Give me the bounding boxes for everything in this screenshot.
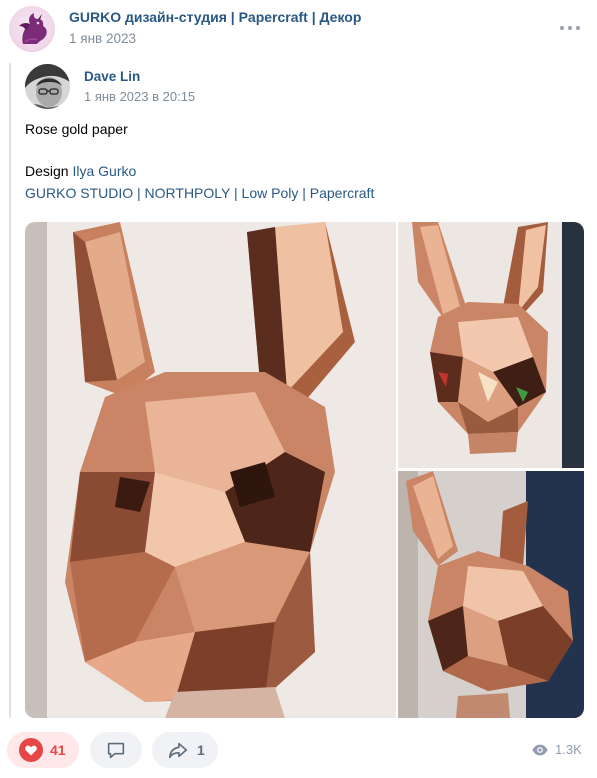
share-icon bbox=[168, 742, 188, 759]
dragon-logo-icon bbox=[19, 13, 47, 44]
like-count: 41 bbox=[50, 742, 66, 758]
share-count: 1 bbox=[197, 742, 205, 758]
design-prefix: Design bbox=[25, 163, 73, 179]
tags-link[interactable]: GURKO STUDIO | NORTHPOLY | Low Poly | Pa… bbox=[25, 185, 374, 201]
more-options-button[interactable] bbox=[556, 18, 584, 38]
comment-icon bbox=[107, 742, 125, 759]
repost-date[interactable]: 1 янв 2023 в 20:15 bbox=[84, 89, 195, 104]
group-avatar[interactable] bbox=[9, 6, 55, 52]
more-dot bbox=[576, 26, 580, 30]
designer-link[interactable]: Ilya Gurko bbox=[72, 163, 136, 179]
author-photo bbox=[25, 64, 70, 109]
more-dots-icon bbox=[560, 26, 564, 30]
heart-icon bbox=[19, 738, 43, 762]
repost-indicator-bar bbox=[9, 63, 11, 718]
rabbit-head-photo bbox=[25, 222, 396, 718]
design-credit: Design Ilya Gurko bbox=[25, 163, 136, 179]
eye-icon bbox=[532, 744, 548, 756]
like-button[interactable]: 41 bbox=[7, 732, 79, 768]
group-name-link[interactable]: GURKO дизайн-студия | Papercraft | Декор bbox=[69, 9, 361, 25]
views-counter: 1.3K bbox=[531, 741, 591, 759]
post-header: GURKO дизайн-студия | Papercraft | Декор… bbox=[0, 0, 597, 56]
author-avatar[interactable] bbox=[25, 64, 70, 109]
rabbit-side-photo bbox=[398, 471, 584, 718]
more-dot bbox=[568, 26, 572, 30]
author-name-link[interactable]: Dave Lin bbox=[84, 69, 140, 84]
photo-top-right[interactable] bbox=[398, 222, 584, 468]
post-date[interactable]: 1 янв 2023 bbox=[69, 31, 136, 46]
photo-main[interactable] bbox=[25, 222, 396, 718]
rabbit-front-photo bbox=[398, 222, 584, 468]
photo-bottom-right[interactable] bbox=[398, 471, 584, 718]
post-text-line: Rose gold paper bbox=[25, 121, 128, 137]
comment-button[interactable] bbox=[90, 732, 142, 768]
view-count: 1.3K bbox=[555, 742, 582, 757]
share-button[interactable]: 1 bbox=[152, 732, 218, 768]
